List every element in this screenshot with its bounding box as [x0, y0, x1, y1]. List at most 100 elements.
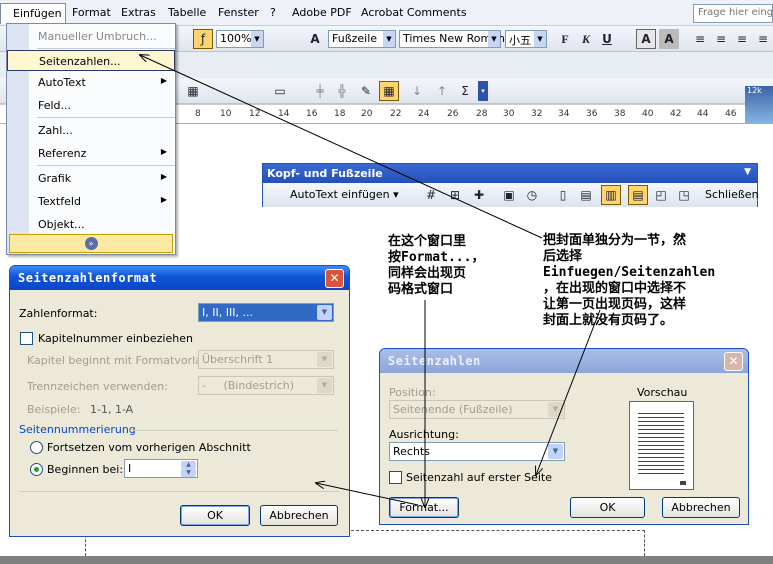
toolbar-options-icon[interactable]: ▾	[478, 81, 488, 101]
show-previous-icon[interactable]: ◰	[651, 185, 671, 205]
vorschau-label: Vorschau	[637, 386, 688, 399]
zahlenformat-select[interactable]: I, II, III, ... ▼	[198, 303, 334, 322]
align-center-icon[interactable]: ≡	[711, 29, 731, 49]
menu-item-zahl[interactable]: Zahl...	[7, 120, 175, 141]
kapitel-checkbox[interactable]	[20, 332, 33, 345]
insert-page-number-icon[interactable]: #	[421, 185, 441, 205]
menu-tabelle[interactable]: Tabelle	[168, 6, 206, 19]
underline-button[interactable]: U	[597, 29, 617, 49]
same-as-previous-icon[interactable]: ▥	[601, 185, 621, 205]
merge-cells-icon[interactable]: ╪	[310, 81, 330, 101]
preview-page-number	[680, 481, 686, 485]
cancel-button[interactable]: Abbrechen	[662, 497, 740, 518]
show-document-text-icon[interactable]: ▤	[576, 185, 596, 205]
ruler-tick: 38	[614, 109, 626, 119]
draw-table-icon[interactable]: ✎	[356, 81, 376, 101]
table-icon[interactable]: ▦	[183, 81, 203, 101]
header-footer-toolbar-title[interactable]: Kopf- und Fußzeile ▼	[263, 164, 757, 183]
preview-text-lines	[638, 410, 684, 474]
switch-header-footer-icon[interactable]: ▤	[628, 185, 648, 205]
show-next-icon[interactable]: ◳	[674, 185, 694, 205]
insert-date-icon[interactable]: ▣	[499, 185, 519, 205]
menu-format[interactable]: Format	[72, 6, 111, 19]
italic-button[interactable]: K	[576, 29, 596, 49]
double-chevron-down-icon: »	[84, 237, 98, 250]
fortsetzen-radio[interactable]	[30, 441, 43, 454]
menu-item-manueller-umbruch[interactable]: Manueller Umbruch...	[7, 26, 175, 47]
ruler-tick: 34	[558, 109, 570, 119]
format-page-number-icon[interactable]: ✚	[469, 185, 489, 205]
char-border-button[interactable]: A	[636, 29, 656, 49]
menu-acrobat-comments[interactable]: Acrobat Comments	[361, 6, 467, 19]
menu-item-grafik[interactable]: Grafik ▶	[7, 168, 175, 189]
dialog-title: Seitenzahlenformat	[18, 271, 158, 285]
first-page-checkbox[interactable]	[389, 471, 402, 484]
menu-item-seitenzahlen[interactable]: Seitenzahlen...	[7, 50, 175, 71]
menu-adobe-pdf[interactable]: Adobe PDF	[292, 6, 352, 19]
annotation-section-note: 把封面单独分为一节，然 后选择 Einfuegen/Seitenzahlen ，…	[543, 233, 716, 329]
align-left-icon[interactable]: ≡	[690, 29, 710, 49]
close-header-footer-button[interactable]: Schließen	[705, 188, 759, 201]
beispiele-value: 1-1, 1-A	[90, 403, 134, 416]
ok-button[interactable]: OK	[180, 505, 250, 526]
ruler-tick: 40	[642, 109, 654, 119]
sort-ascending-icon[interactable]: ↓	[407, 81, 427, 101]
sort-descending-icon[interactable]: ↑	[432, 81, 452, 101]
menu-extras[interactable]: Extras	[121, 6, 156, 19]
close-icon[interactable]: ✕	[325, 269, 344, 288]
format-button[interactable]: Format...	[389, 497, 459, 518]
font-combo[interactable]: Times New Roman ▼	[399, 30, 505, 48]
insert-time-icon[interactable]: ◷	[522, 185, 542, 205]
ok-button[interactable]: OK	[570, 497, 645, 518]
menu-item-textfeld[interactable]: Textfeld ▶	[7, 191, 175, 212]
borders-icon[interactable]: ▭	[270, 81, 290, 101]
style-combo[interactable]: Fußzeile ▼	[328, 30, 396, 48]
annotation-format-note: 在这个窗口里 按Format...， 同样会出现页 码格式窗口	[388, 234, 485, 298]
chevron-down-icon[interactable]: ▼	[744, 167, 751, 177]
autotext-insert-button[interactable]: AutoText einfügen ▾	[290, 188, 399, 201]
menu-einfuegen[interactable]: Einfügen	[0, 3, 66, 24]
menu-item-objekt[interactable]: Objekt...	[7, 214, 175, 235]
cancel-button[interactable]: Abbrechen	[260, 505, 338, 526]
beginnen-radio[interactable]	[30, 463, 43, 476]
ruler-tick: 46	[725, 109, 737, 119]
chevron-down-icon: ▼	[548, 402, 563, 417]
gridlines-icon[interactable]: ▦	[379, 81, 399, 101]
zoom-combo[interactable]: 100% ▼	[216, 30, 264, 48]
ruler-tick: 10	[220, 109, 232, 119]
menu-item-feld[interactable]: Feld...	[7, 95, 175, 116]
bold-button[interactable]: F	[555, 29, 575, 49]
chevron-down-icon: ▼	[488, 31, 500, 47]
page-shadow	[0, 556, 773, 564]
char-shading-button[interactable]: A	[659, 29, 679, 49]
menu-expand-button[interactable]: »	[9, 234, 173, 253]
insert-page-count-icon[interactable]: ⊞	[445, 185, 465, 205]
trennzeichen-select[interactable]: - (Bindestrich) ▼	[198, 376, 334, 395]
help-search-input[interactable]: Frage hier eingeben	[693, 4, 773, 23]
menu-item-referenz[interactable]: Referenz ▶	[7, 143, 175, 164]
spin-up-icon[interactable]: ▲	[181, 461, 196, 469]
show-hide-marks-icon[interactable]: ƒ	[193, 29, 213, 49]
autosum-button[interactable]: Σ	[455, 81, 475, 101]
kapitel-beginnt-select[interactable]: Überschrift 1 ▼	[198, 350, 334, 369]
page-setup-icon[interactable]: ▯	[553, 185, 573, 205]
close-icon[interactable]: ✕	[724, 352, 743, 371]
menu-fenster[interactable]: Fenster	[218, 6, 259, 19]
dialog-title-bar: Seitenzahlen	[380, 349, 748, 373]
menu-help[interactable]: ?	[270, 6, 276, 19]
menu-item-autotext[interactable]: AutoText ▶	[7, 72, 175, 93]
styles-pane-icon[interactable]: A	[305, 29, 325, 49]
ruler-tick: 12	[249, 109, 261, 119]
beginnen-bei-spinner[interactable]: I ▲ ▼	[124, 459, 198, 478]
align-right-icon[interactable]: ≡	[732, 29, 752, 49]
split-cells-icon[interactable]: ╬	[332, 81, 352, 101]
ausrichtung-select[interactable]: Rechts ▼	[389, 442, 565, 461]
position-select[interactable]: Seitenende (Fußzeile) ▼	[389, 400, 565, 419]
menu-item-label: AutoText	[38, 76, 86, 89]
ruler-tick: 28	[476, 109, 488, 119]
justify-icon[interactable]: ≡	[753, 29, 773, 49]
menu-item-label: Zahl...	[38, 124, 73, 137]
kapitel-beginnt-value: Überschrift 1	[202, 353, 274, 366]
font-size-combo[interactable]: 小五 ▼	[505, 30, 547, 48]
spin-down-icon[interactable]: ▼	[181, 469, 196, 477]
